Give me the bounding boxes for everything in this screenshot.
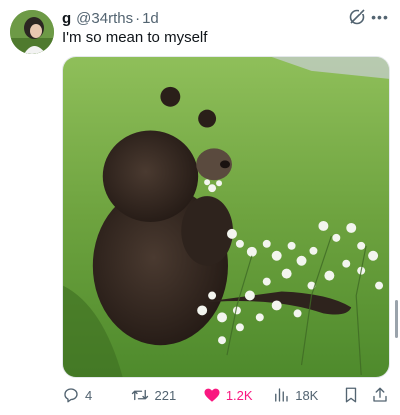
bookmark-button[interactable] — [342, 386, 363, 404]
retweet-count: 221 — [154, 387, 177, 403]
reply-icon — [64, 388, 78, 403]
bookmark-icon — [345, 387, 356, 403]
display-name[interactable]: g — [62, 10, 71, 27]
share-icon — [373, 387, 387, 402]
analytics-icon — [275, 388, 288, 402]
tweet-actions: 4 221 1.2K 18K — [62, 384, 392, 406]
scrollbar-thumb[interactable] — [395, 300, 398, 338]
retweet-icon — [132, 389, 149, 401]
reply-count: 4 — [85, 387, 93, 403]
share-button[interactable] — [371, 386, 392, 404]
heart-icon — [204, 388, 220, 402]
retweet-button[interactable]: 221 — [131, 386, 200, 404]
more-options-icon[interactable]: ••• — [370, 8, 390, 26]
like-button[interactable]: 1.2K — [203, 386, 270, 404]
timestamp[interactable]: 1d — [142, 10, 159, 27]
views-count: 18K — [295, 387, 319, 403]
tweet-header: g @34rths · 1d — [62, 8, 388, 28]
tweet-text: I'm so mean to myself — [62, 29, 208, 46]
like-count: 1.2K — [225, 387, 253, 403]
reply-button[interactable]: 4 — [62, 386, 127, 404]
user-handle[interactable]: @34rths — [76, 10, 133, 27]
tweet-image[interactable] — [62, 56, 390, 378]
views-button[interactable]: 18K — [272, 386, 339, 404]
grok-icon[interactable] — [348, 8, 366, 26]
separator-dot: · — [135, 9, 141, 27]
avatar[interactable] — [10, 10, 54, 54]
